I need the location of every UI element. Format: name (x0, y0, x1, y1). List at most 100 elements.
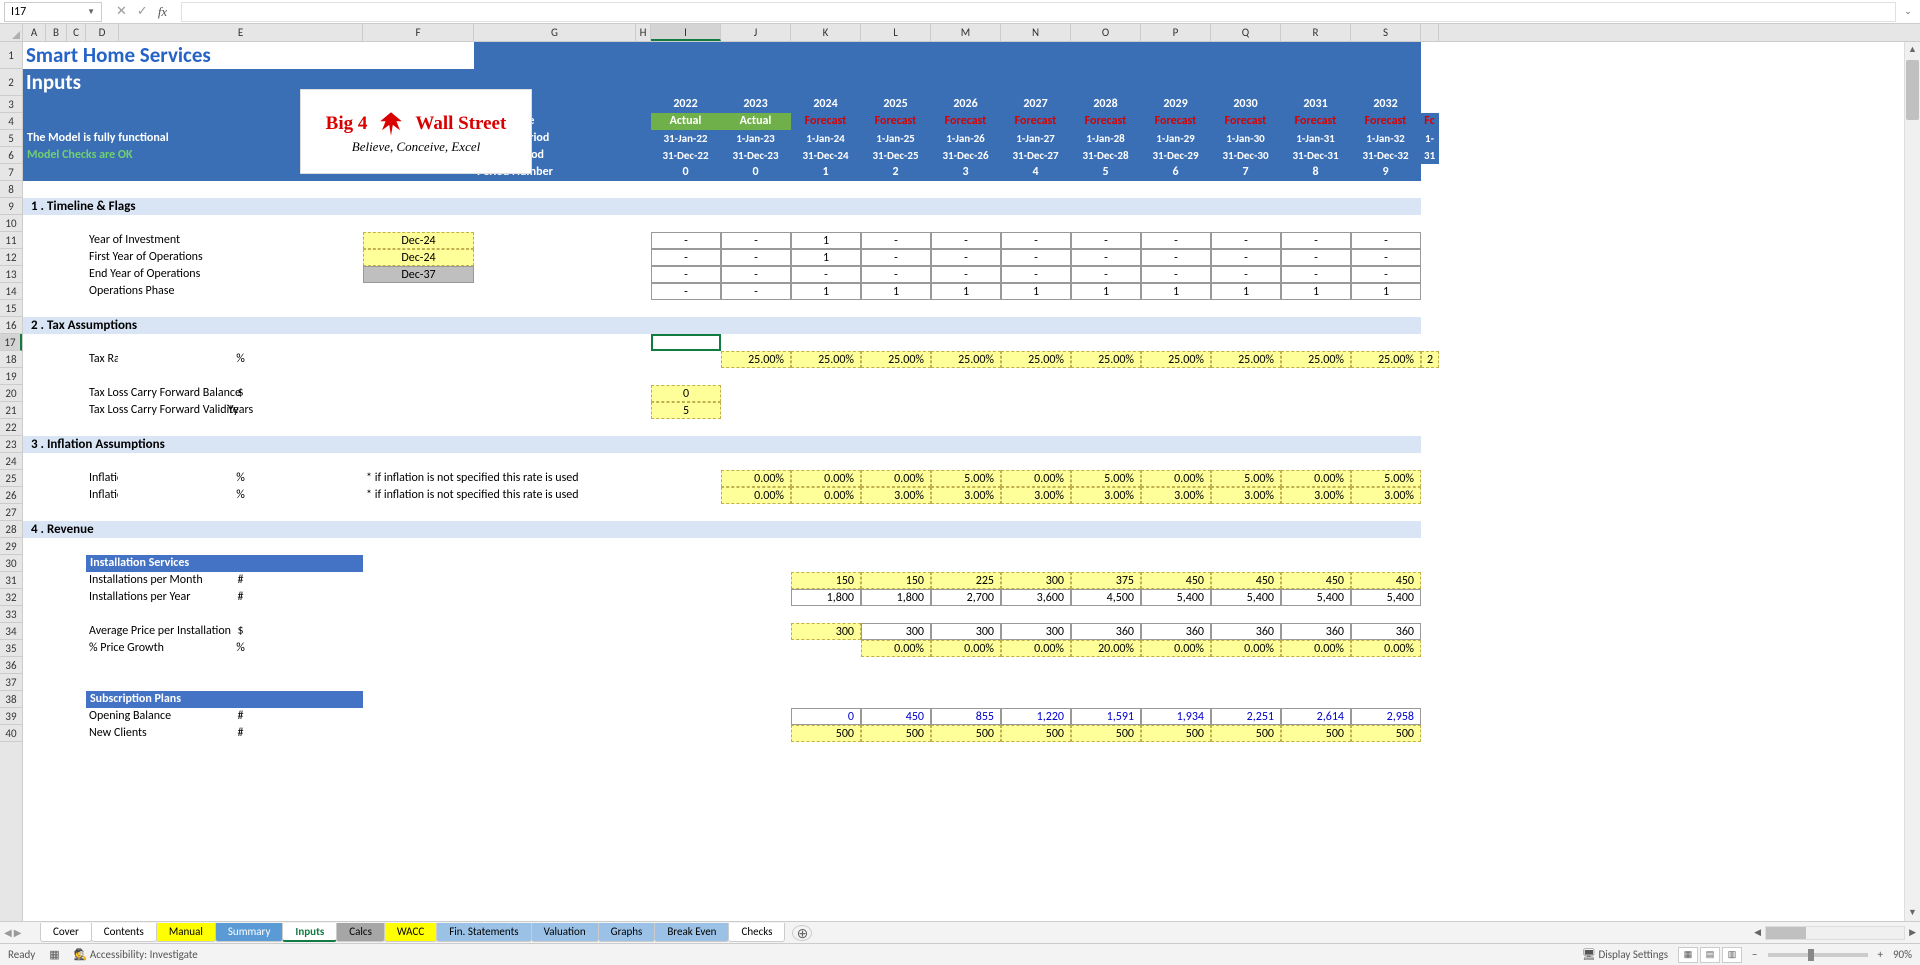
tab-prev-icon[interactable]: ◀ (4, 926, 12, 939)
horizontal-scrollbar[interactable] (1765, 926, 1905, 940)
row-header-17[interactable]: 17 (0, 334, 22, 351)
zoom-slider[interactable] (1768, 953, 1868, 957)
row-header-32[interactable]: 32 (0, 589, 22, 606)
hscroll-right-icon[interactable]: ▶ (1909, 927, 1916, 938)
hscroll-left-icon[interactable]: ◀ (1754, 927, 1761, 938)
cancel-icon[interactable]: ✕ (116, 4, 127, 19)
row-header-26[interactable]: 26 (0, 487, 22, 504)
sheet-tab-checks[interactable]: Checks (728, 923, 785, 942)
sheet-tab-calcs[interactable]: Calcs (336, 923, 385, 942)
col-header-P[interactable]: P (1141, 24, 1211, 41)
row-header-2[interactable]: 2 (0, 69, 22, 96)
col-header-Q[interactable]: Q (1211, 24, 1281, 41)
row-header-36[interactable]: 36 (0, 657, 22, 674)
row-header-35[interactable]: 35 (0, 640, 22, 657)
col-header-O[interactable]: O (1071, 24, 1141, 41)
hscroll-thumb[interactable] (1766, 927, 1806, 939)
row-header-6[interactable]: 6 (0, 147, 22, 164)
sheet-tab-inputs[interactable]: Inputs (282, 923, 337, 942)
row-header-27[interactable]: 27 (0, 504, 22, 521)
col-header-I[interactable]: I (651, 24, 721, 41)
row-header-38[interactable]: 38 (0, 691, 22, 708)
row-header-15[interactable]: 15 (0, 300, 22, 317)
col-header-F[interactable]: F (363, 24, 474, 41)
sheet-tab-graphs[interactable]: Graphs (598, 923, 656, 942)
sheet-tab-break-even[interactable]: Break Even (654, 923, 729, 942)
zoom-out-icon[interactable]: − (1752, 948, 1757, 961)
row-header-21[interactable]: 21 (0, 402, 22, 419)
col-header-M[interactable]: M (931, 24, 1001, 41)
tab-nav[interactable]: ◀ ▶ (4, 926, 21, 939)
sheet-tab-summary[interactable]: Summary (215, 923, 284, 942)
row-header-4[interactable]: 4 (0, 113, 22, 130)
sheet-tab-contents[interactable]: Contents (91, 923, 157, 942)
col-header-C[interactable]: C (67, 24, 86, 41)
row-header-33[interactable]: 33 (0, 606, 22, 623)
sheet-tab-valuation[interactable]: Valuation (531, 923, 599, 942)
row-header-8[interactable]: 8 (0, 181, 22, 198)
sheet-tab-cover[interactable]: Cover (40, 923, 92, 942)
view-normal-icon[interactable]: ▦ (1678, 947, 1698, 963)
row-header-25[interactable]: 25 (0, 470, 22, 487)
sheet-tab-wacc[interactable]: WACC (384, 923, 437, 942)
col-header-H[interactable]: H (636, 24, 651, 41)
col-header-B[interactable]: B (46, 24, 67, 41)
vscroll-thumb[interactable] (1906, 60, 1919, 120)
col-header-E[interactable]: E (119, 24, 363, 41)
accessibility-status[interactable]: 🕵 Accessibility: Investigate (74, 948, 198, 961)
row-header-23[interactable]: 23 (0, 436, 22, 453)
row-header-7[interactable]: 7 (0, 164, 22, 181)
name-box-dropdown-icon[interactable]: ▼ (87, 7, 95, 17)
display-settings[interactable]: 🖥 Display Settings (1582, 948, 1668, 961)
col-header-R[interactable]: R (1281, 24, 1351, 41)
row-header-20[interactable]: 20 (0, 385, 22, 402)
row-header-14[interactable]: 14 (0, 283, 22, 300)
col-header-N[interactable]: N (1001, 24, 1071, 41)
row-header-16[interactable]: 16 (0, 317, 22, 334)
row-header-31[interactable]: 31 (0, 572, 22, 589)
col-header-A[interactable]: A (23, 24, 46, 41)
row-header-13[interactable]: 13 (0, 266, 22, 283)
row-header-18[interactable]: 18 (0, 351, 22, 368)
row-header-34[interactable]: 34 (0, 623, 22, 640)
zoom-in-icon[interactable]: + (1878, 948, 1883, 961)
macro-icon[interactable]: ▦ (49, 948, 59, 961)
zoom-level[interactable]: 90% (1893, 948, 1912, 961)
row-header-1[interactable]: 1 (0, 42, 22, 69)
sheet-tab-manual[interactable]: Manual (156, 923, 216, 942)
row-header-12[interactable]: 12 (0, 249, 22, 266)
row-header-3[interactable]: 3 (0, 96, 22, 113)
expand-formula-icon[interactable]: ⌄ (1900, 6, 1916, 17)
add-sheet-button[interactable]: ⊕ (792, 925, 812, 941)
row-header-37[interactable]: 37 (0, 674, 22, 691)
cells-area[interactable]: Big 4 Wall Street Believe, Conceive, Exc… (23, 42, 1920, 921)
col-header-J[interactable]: J (721, 24, 791, 41)
vertical-scrollbar[interactable]: ▲ ▼ (1904, 42, 1920, 921)
row-header-39[interactable]: 39 (0, 708, 22, 725)
col-header-G[interactable]: G (474, 24, 636, 41)
col-header-S[interactable]: S (1351, 24, 1421, 41)
row-header-11[interactable]: 11 (0, 232, 22, 249)
accept-icon[interactable]: ✓ (137, 4, 148, 19)
row-header-40[interactable]: 40 (0, 725, 22, 742)
scroll-down-icon[interactable]: ▼ (1905, 905, 1920, 921)
view-page-break-icon[interactable]: ▥ (1722, 947, 1742, 963)
sheet-tab-fin-statements[interactable]: Fin. Statements (436, 923, 531, 942)
row-header-30[interactable]: 30 (0, 555, 22, 572)
row-header-22[interactable]: 22 (0, 419, 22, 436)
row-header-10[interactable]: 10 (0, 215, 22, 232)
row-header-19[interactable]: 19 (0, 368, 22, 385)
fx-icon[interactable]: fx (158, 4, 167, 20)
name-box[interactable]: I17 ▼ (4, 2, 102, 22)
col-header-L[interactable]: L (861, 24, 931, 41)
tab-next-icon[interactable]: ▶ (14, 926, 22, 939)
row-header-9[interactable]: 9 (0, 198, 22, 215)
col-header-D[interactable]: D (86, 24, 119, 41)
col-header-K[interactable]: K (791, 24, 861, 41)
selected-cell[interactable] (651, 334, 721, 351)
select-all-button[interactable] (0, 24, 23, 41)
formula-input[interactable] (181, 2, 1896, 22)
scroll-up-icon[interactable]: ▲ (1905, 42, 1920, 58)
row-header-28[interactable]: 28 (0, 521, 22, 538)
view-page-layout-icon[interactable]: ▤ (1700, 947, 1720, 963)
